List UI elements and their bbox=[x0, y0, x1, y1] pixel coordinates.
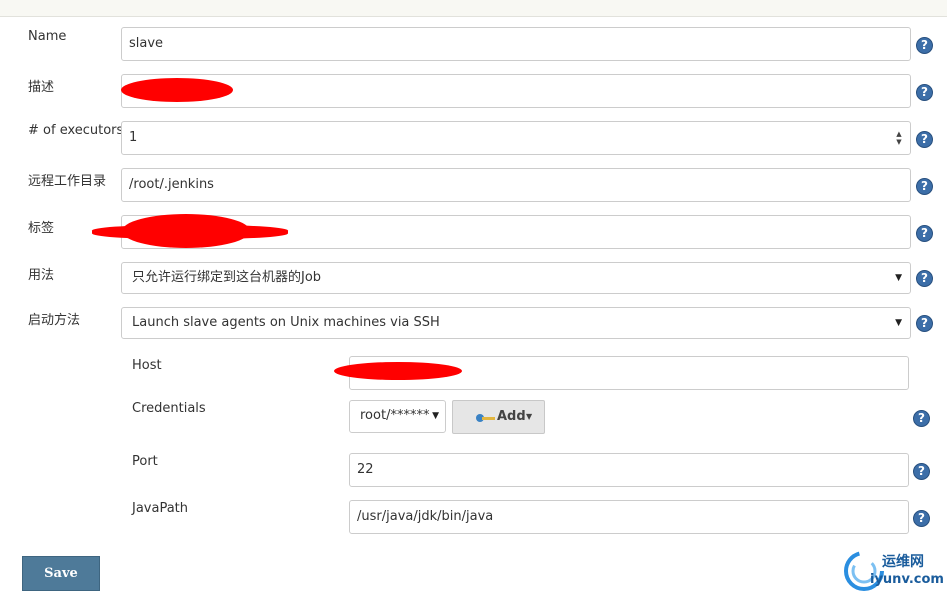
watermark-icon bbox=[844, 551, 884, 591]
javapath-label: JavaPath bbox=[132, 501, 189, 516]
remote-root-input[interactable]: /root/.jenkins bbox=[121, 168, 911, 202]
description-label: 描述 bbox=[28, 80, 55, 95]
credentials-value: root/****** bbox=[360, 408, 430, 423]
help-icon[interactable]: ? bbox=[913, 410, 930, 427]
redaction-mark bbox=[122, 214, 250, 248]
add-label: Add bbox=[497, 409, 526, 424]
help-icon[interactable]: ? bbox=[916, 270, 933, 287]
port-input[interactable]: 22 bbox=[349, 453, 909, 487]
chevron-down-icon: ▼ bbox=[895, 318, 902, 328]
help-icon[interactable]: ? bbox=[913, 510, 930, 527]
launch-method-value: Launch slave agents on Unix machines via… bbox=[132, 315, 440, 330]
help-icon[interactable]: ? bbox=[916, 84, 933, 101]
credentials-label: Credentials bbox=[132, 401, 206, 416]
name-label: Name bbox=[28, 29, 67, 44]
chevron-down-icon: ▼ bbox=[895, 273, 902, 283]
description-input[interactable] bbox=[121, 74, 911, 108]
watermark-cn: 运维网 bbox=[882, 554, 924, 570]
name-input[interactable]: slave bbox=[121, 27, 911, 61]
remote-root-label: 远程工作目录 bbox=[28, 174, 107, 189]
redaction-mark bbox=[334, 362, 462, 380]
watermark-url: iyunv.com bbox=[870, 572, 944, 587]
help-icon[interactable]: ? bbox=[916, 225, 933, 242]
labels-label: 标签 bbox=[28, 221, 55, 236]
save-button[interactable]: Save bbox=[22, 556, 100, 591]
javapath-input[interactable]: /usr/java/jdk/bin/java bbox=[349, 500, 909, 534]
credentials-select[interactable]: root/****** ▼ bbox=[349, 400, 446, 433]
port-label: Port bbox=[132, 454, 158, 469]
add-credentials-button[interactable]: Add ▼ bbox=[452, 400, 545, 434]
chevron-down-icon: ▼ bbox=[432, 411, 439, 421]
launch-method-label: 启动方法 bbox=[28, 313, 81, 328]
help-icon[interactable]: ? bbox=[916, 131, 933, 148]
help-icon[interactable]: ? bbox=[913, 463, 930, 480]
help-icon[interactable]: ? bbox=[916, 315, 933, 332]
chevron-down-icon: ▼ bbox=[526, 412, 533, 421]
usage-select[interactable]: 只允许运行绑定到这台机器的Job ▼ bbox=[121, 262, 911, 294]
watermark-logo: 运维网 iyunv.com bbox=[842, 548, 945, 594]
help-icon[interactable]: ? bbox=[916, 37, 933, 54]
top-bar bbox=[0, 0, 947, 17]
launch-method-select[interactable]: Launch slave agents on Unix machines via… bbox=[121, 307, 911, 339]
help-icon[interactable]: ? bbox=[916, 178, 933, 195]
usage-label: 用法 bbox=[28, 268, 55, 283]
spinner-icon[interactable]: ▲ ▼ bbox=[894, 130, 904, 146]
redaction-mark bbox=[121, 78, 233, 102]
key-icon bbox=[476, 414, 495, 422]
host-label: Host bbox=[132, 358, 162, 373]
usage-value: 只允许运行绑定到这台机器的Job bbox=[132, 270, 322, 285]
executors-label: # of executors bbox=[28, 123, 124, 138]
executors-input[interactable]: 1 ▲ ▼ bbox=[121, 121, 911, 155]
executors-value: 1 bbox=[129, 130, 138, 145]
